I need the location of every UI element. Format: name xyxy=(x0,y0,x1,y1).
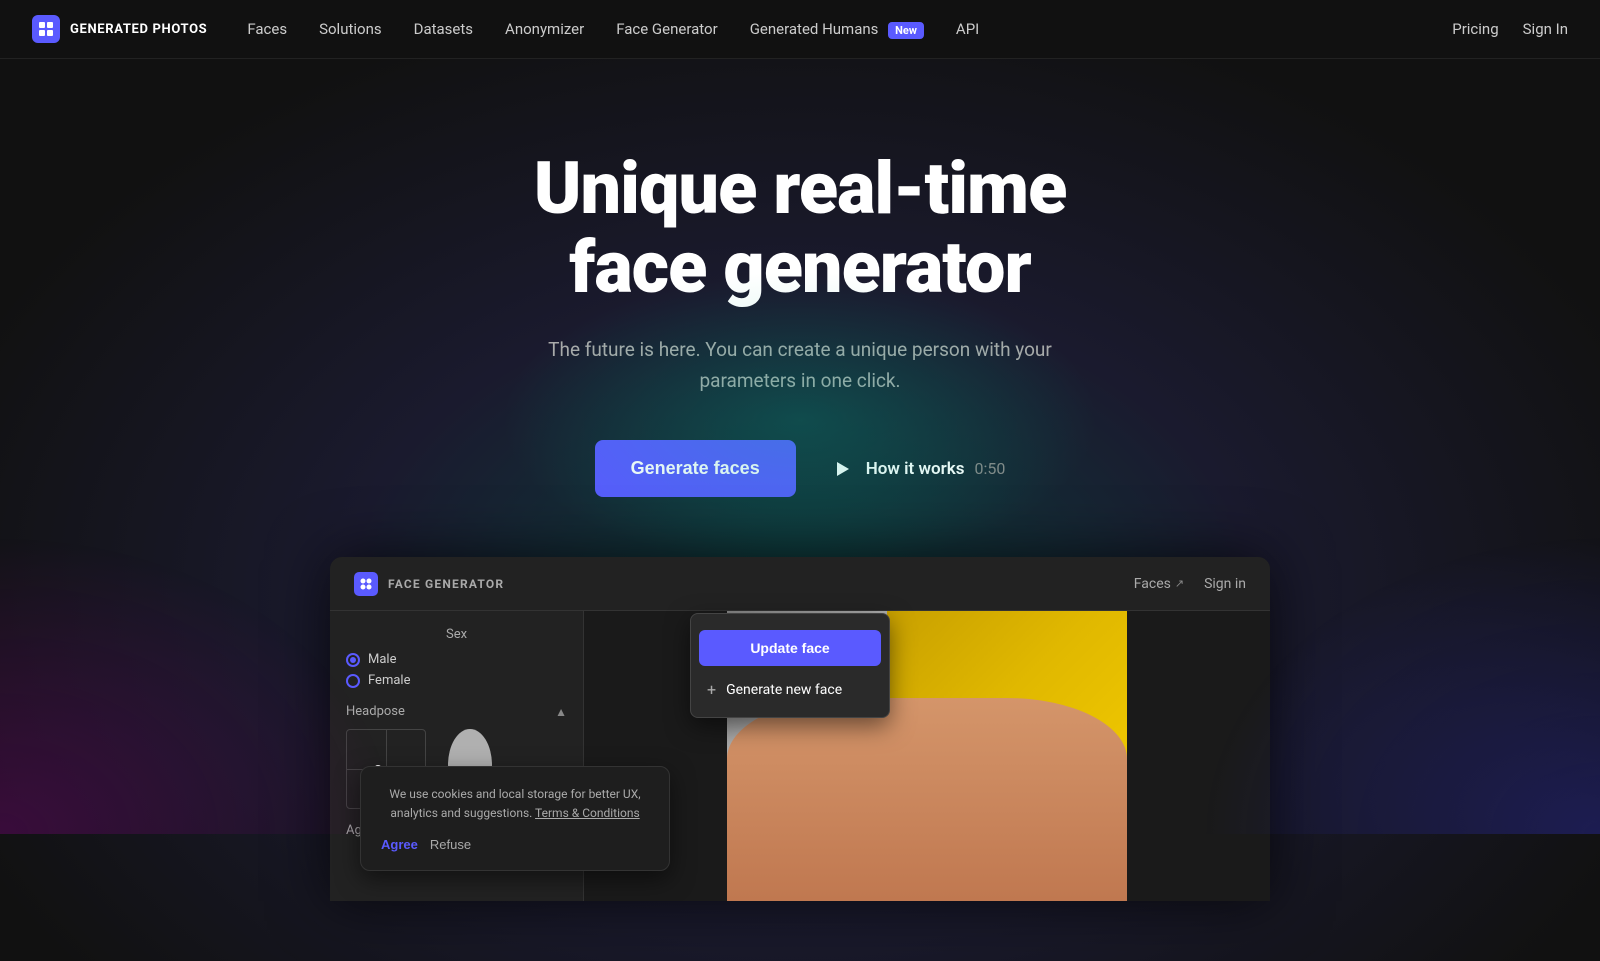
radio-female-indicator xyxy=(346,674,360,688)
terms-conditions-link[interactable]: Terms & Conditions xyxy=(535,806,640,820)
update-face-button[interactable]: Update face xyxy=(699,630,881,666)
hero-title: Unique real-time face generator xyxy=(470,149,1130,307)
plus-icon: + xyxy=(707,680,716,699)
logo-area[interactable]: GENERATED PHOTOS xyxy=(32,15,207,43)
logo-icon xyxy=(32,15,60,43)
demo-topbar: FACE GENERATOR Faces ↗ Sign in xyxy=(330,557,1270,611)
nav-datasets[interactable]: Datasets xyxy=(414,20,473,38)
demo-faces-link[interactable]: Faces ↗ xyxy=(1134,576,1184,592)
cookie-text: We use cookies and local storage for bet… xyxy=(381,785,649,823)
brand-name: GENERATED PHOTOS xyxy=(70,22,207,37)
cookie-banner: We use cookies and local storage for bet… xyxy=(360,766,670,871)
hero-actions: Generate faces How it works 0:50 xyxy=(20,440,1580,497)
nav-links: Faces Solutions Datasets Anonymizer Face… xyxy=(247,20,1452,38)
demo-radio-group: Male Female xyxy=(346,652,567,688)
how-it-works-label: How it works xyxy=(866,459,965,479)
nav-api[interactable]: API xyxy=(956,20,979,38)
action-dropdown: Update face + Generate new face xyxy=(690,613,890,718)
nav-signin[interactable]: Sign In xyxy=(1523,20,1568,38)
cookie-refuse-button[interactable]: Refuse xyxy=(430,837,471,852)
nav-pricing[interactable]: Pricing xyxy=(1452,20,1498,38)
new-badge: New xyxy=(888,22,924,39)
demo-face-area xyxy=(584,611,1270,901)
nav-anonymizer[interactable]: Anonymizer xyxy=(505,20,584,38)
how-it-works-button[interactable]: How it works 0:50 xyxy=(828,455,1006,483)
demo-headpose-section: Headpose ▲ xyxy=(346,704,567,719)
demo-logo-area: FACE GENERATOR xyxy=(354,572,504,596)
cookie-agree-button[interactable]: Agree xyxy=(381,837,418,852)
external-link-icon: ↗ xyxy=(1175,577,1184,590)
demo-widget: FACE GENERATOR Faces ↗ Sign in Sex Male xyxy=(330,557,1270,901)
demo-signin-link[interactable]: Sign in xyxy=(1204,576,1246,592)
generate-faces-button[interactable]: Generate faces xyxy=(595,440,796,497)
demo-topbar-right: Faces ↗ Sign in xyxy=(1134,576,1246,592)
how-it-works-time: 0:50 xyxy=(975,459,1006,478)
face-skin xyxy=(727,698,1127,901)
navbar: GENERATED PHOTOS Faces Solutions Dataset… xyxy=(0,0,1600,59)
demo-radio-male[interactable]: Male xyxy=(346,652,567,667)
nav-solutions[interactable]: Solutions xyxy=(319,20,382,38)
demo-sex-label: Sex xyxy=(346,627,567,642)
nav-faces[interactable]: Faces xyxy=(247,20,287,38)
headpose-chevron-icon: ▲ xyxy=(555,705,567,719)
generate-new-face-item[interactable]: + Generate new face xyxy=(691,670,889,709)
demo-face-gen-label: FACE GENERATOR xyxy=(388,577,504,591)
hero-section: Unique real-time face generator The futu… xyxy=(0,59,1600,961)
play-icon xyxy=(828,455,856,483)
hero-subtitle: The future is here. You can create a uni… xyxy=(530,335,1070,396)
cookie-actions: Agree Refuse xyxy=(381,837,649,852)
nav-face-generator[interactable]: Face Generator xyxy=(616,20,717,38)
demo-logo-icon xyxy=(354,572,378,596)
radio-male-indicator xyxy=(346,653,360,667)
nav-right: Pricing Sign In xyxy=(1452,20,1568,38)
nav-generated-humans[interactable]: Generated Humans New xyxy=(750,20,924,38)
demo-radio-female[interactable]: Female xyxy=(346,673,567,688)
